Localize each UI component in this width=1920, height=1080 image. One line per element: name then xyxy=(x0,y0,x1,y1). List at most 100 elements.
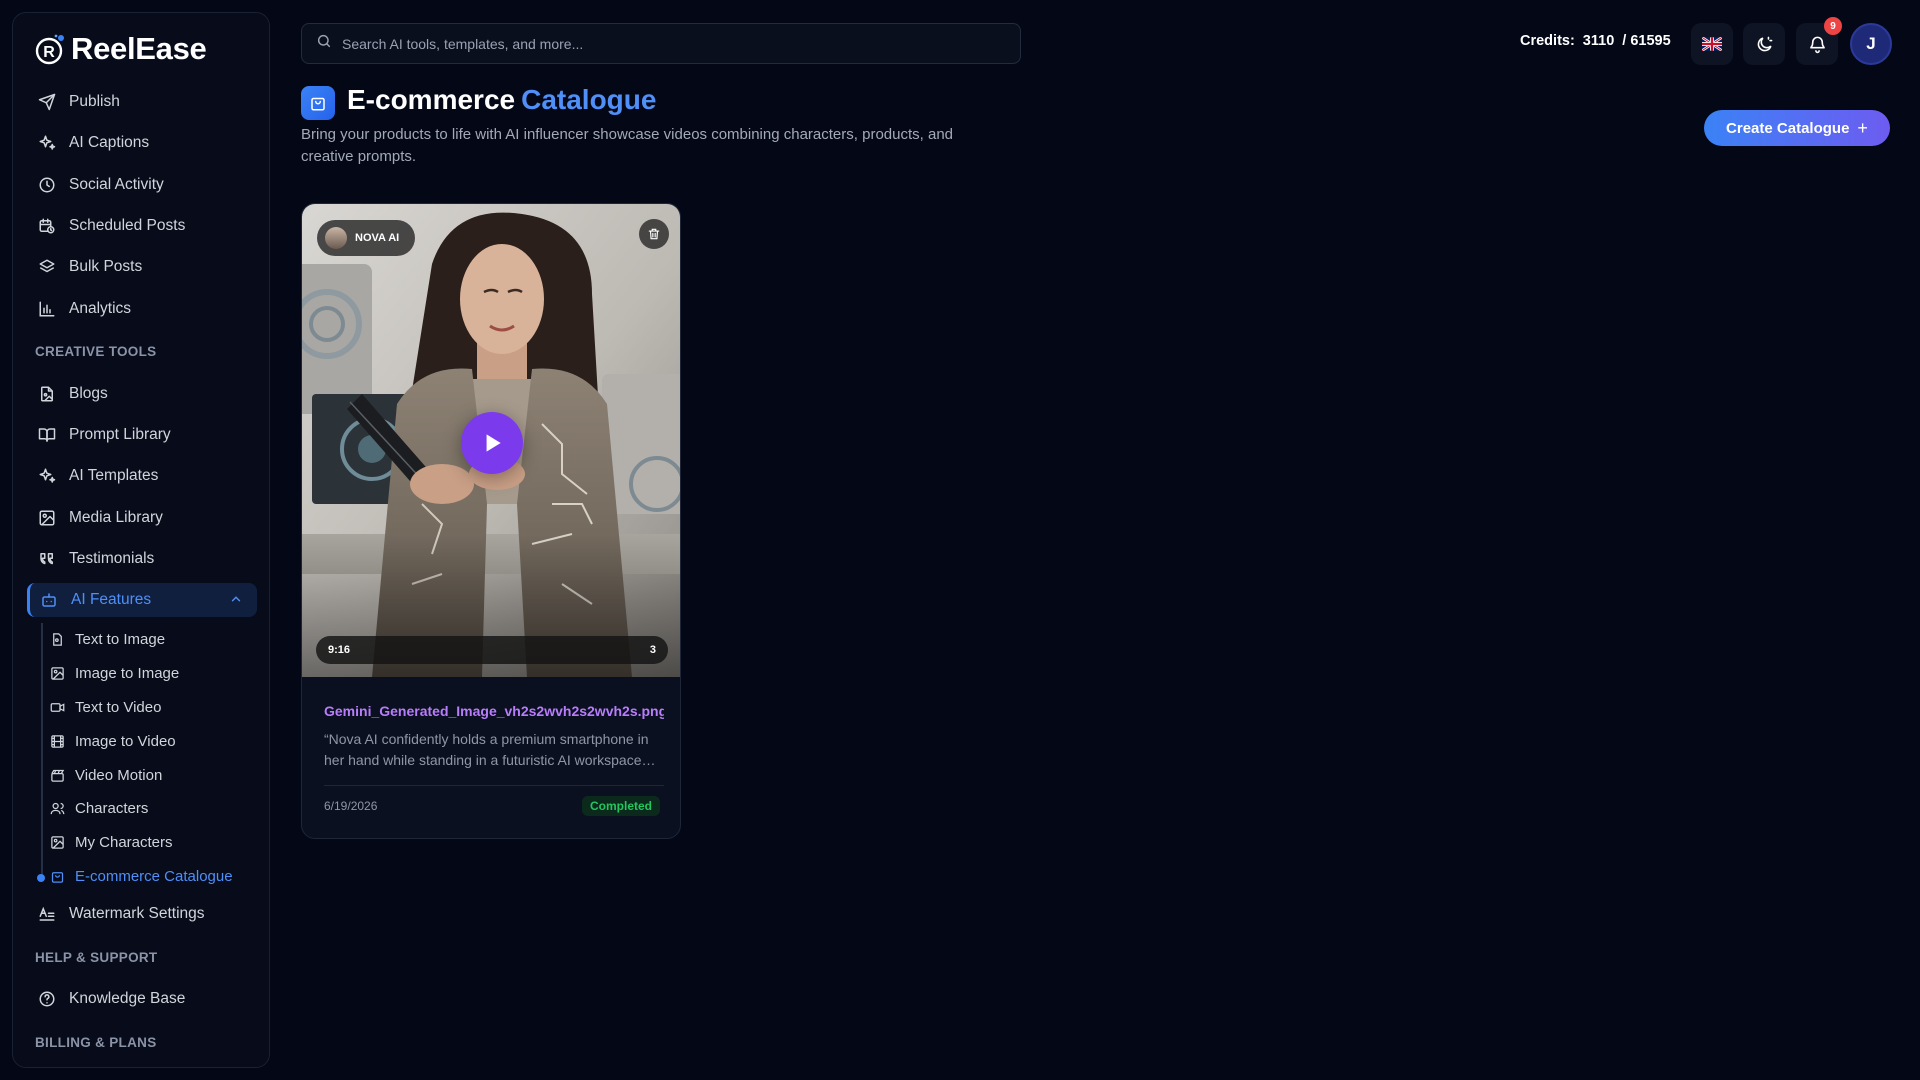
create-catalogue-label: Create Catalogue xyxy=(1726,119,1850,137)
sidebar: R ReelEase Publish AI Captions Social Ac… xyxy=(12,12,270,1068)
sidebar-item-publish[interactable]: Publish xyxy=(27,85,257,119)
sidebar-subitem-label: E-commerce Catalogue xyxy=(75,867,233,885)
sidebar-item-label: Publish xyxy=(69,93,120,110)
status-badge: Completed xyxy=(581,796,660,816)
sidebar-item-label: Bulk Posts xyxy=(69,258,143,275)
sidebar-item-prompt-library[interactable]: Prompt Library xyxy=(27,418,257,452)
sidebar-subitem-text-to-image[interactable]: Text to Image xyxy=(49,625,259,653)
submenu-active-dot xyxy=(37,874,45,882)
send-icon xyxy=(37,92,57,112)
sidebar-subitem-characters[interactable]: Characters xyxy=(49,794,259,822)
sidebar-item-blogs[interactable]: Blogs xyxy=(27,377,257,411)
character-chip[interactable]: NOVA AI xyxy=(317,220,416,256)
section-title-billing-plans: BILLING & PLANS xyxy=(35,1035,157,1050)
logo-icon: R xyxy=(35,34,64,65)
search-bar[interactable] xyxy=(301,23,1021,64)
film-icon xyxy=(49,733,65,749)
sidebar-item-testimonials[interactable]: Testimonials xyxy=(27,542,257,576)
image-icon xyxy=(37,508,57,528)
theme-toggle-button[interactable] xyxy=(1743,23,1785,65)
search-input[interactable] xyxy=(342,35,982,52)
card-date: 6/19/2026 xyxy=(324,799,378,813)
sidebar-subitem-my-characters[interactable]: My Characters xyxy=(49,828,259,856)
app-name: ReelEase xyxy=(71,31,207,66)
uk-flag-icon xyxy=(1702,37,1722,51)
sidebar-item-label: Watermark Settings xyxy=(69,905,205,922)
sidebar-item-ai-features[interactable]: AI Features xyxy=(27,583,257,617)
video-icon xyxy=(49,699,65,715)
chevron-up-icon[interactable] xyxy=(229,592,243,611)
sidebar-item-label: Blogs xyxy=(69,385,108,402)
sidebar-item-social-activity[interactable]: Social Activity xyxy=(27,168,257,202)
sidebar-item-label: AI Captions xyxy=(69,134,150,151)
sidebar-item-knowledge-base[interactable]: Knowledge Base xyxy=(27,982,257,1016)
sidebar-subitem-label: My Characters xyxy=(75,833,173,851)
image-icon xyxy=(49,665,65,681)
delete-button[interactable] xyxy=(639,219,669,249)
play-icon xyxy=(486,434,501,452)
card-footer: 6/19/2026 Completed xyxy=(324,796,660,816)
sidebar-item-label: AI Templates xyxy=(69,467,159,484)
card-description: “Nova AI confidently holds a premium sma… xyxy=(324,731,656,768)
sidebar-item-ai-templates[interactable]: AI Templates xyxy=(27,459,257,493)
sidebar-subitem-image-to-image[interactable]: Image to Image xyxy=(49,659,259,687)
trash-icon xyxy=(648,228,660,240)
credits-value: 3110 / 61595 xyxy=(1582,33,1671,49)
card-body: Gemini_Generated_Image_vh2s2wvh2s2wvh2s.… xyxy=(324,703,664,786)
sidebar-subitem-image-to-video[interactable]: Image to Video xyxy=(49,727,259,755)
card-thumbnail[interactable]: NOVA AI 9:16 3 xyxy=(302,204,680,677)
sidebar-subitem-video-motion[interactable]: Video Motion xyxy=(49,761,259,789)
sidebar-subitem-text-to-video[interactable]: Text to Video xyxy=(49,693,259,721)
page-description: Bring your products to life with AI infl… xyxy=(301,126,954,165)
create-catalogue-button[interactable]: Create Catalogue + xyxy=(1704,110,1890,146)
sidebar-subitem-label: Image to Video xyxy=(75,732,176,750)
aspect-ratio: 9:16 xyxy=(328,644,351,656)
page-title: E-commerce Catalogue xyxy=(347,84,656,116)
language-button[interactable] xyxy=(1691,23,1733,65)
submenu-line xyxy=(41,623,43,876)
search-icon xyxy=(316,33,332,54)
sidebar-item-plans-partial[interactable] xyxy=(27,1065,257,1067)
play-button[interactable] xyxy=(461,412,523,474)
sidebar-item-media-library[interactable]: Media Library xyxy=(27,501,257,535)
shopping-bag-icon xyxy=(49,868,65,884)
page-title-accent: Catalogue xyxy=(521,84,657,115)
character-avatar xyxy=(325,227,347,249)
sidebar-item-watermark-settings[interactable]: Watermark Settings xyxy=(27,897,257,931)
sidebar-item-ai-captions[interactable]: AI Captions xyxy=(27,126,257,160)
users-icon xyxy=(49,800,65,816)
sidebar-subitem-ecommerce-catalogue[interactable]: E-commerce Catalogue xyxy=(49,862,259,890)
sidebar-item-label: Knowledge Base xyxy=(69,990,186,1007)
sidebar-subitem-label: Characters xyxy=(75,799,149,817)
sidebar-item-bulk-posts[interactable]: Bulk Posts xyxy=(27,250,257,284)
shopping-bag-icon xyxy=(311,97,325,111)
text-format-icon xyxy=(37,904,57,924)
catalogue-card[interactable]: NOVA AI 9:16 3 Gemini_Generated_Image_vh… xyxy=(301,203,681,839)
catalogue-header-icon xyxy=(301,86,335,120)
sparkles-icon xyxy=(37,466,57,486)
sidebar-item-label: Scheduled Posts xyxy=(69,217,186,234)
plus-icon: + xyxy=(1857,117,1868,138)
section-title-help-support: HELP & SUPPORT xyxy=(35,950,158,965)
bell-icon xyxy=(1809,36,1825,53)
help-circle-icon xyxy=(37,989,57,1009)
sidebar-item-label: Testimonials xyxy=(69,550,155,567)
file-image-icon xyxy=(49,631,65,647)
sidebar-subitem-label: Video Motion xyxy=(75,766,163,784)
section-title-creative-tools: CREATIVE TOOLS xyxy=(35,344,157,359)
card-filename[interactable]: Gemini_Generated_Image_vh2s2wvh2s2wvh2s.… xyxy=(324,703,664,719)
svg-text:R: R xyxy=(43,44,55,61)
clapperboard-icon xyxy=(49,767,65,783)
moon-sun-icon xyxy=(1757,36,1772,51)
image-icon xyxy=(49,834,65,850)
sidebar-subitem-label: Text to Video xyxy=(75,698,162,716)
page-title-main: E-commerce xyxy=(347,84,516,115)
sidebar-item-label: Social Activity xyxy=(69,176,164,193)
app-logo[interactable]: R ReelEase xyxy=(35,29,207,69)
sidebar-subitem-label: Text to Image xyxy=(75,630,166,648)
notifications-button[interactable]: 9 xyxy=(1796,17,1842,65)
credits-display: Credits: 3110 / 61595 xyxy=(1520,33,1671,49)
sidebar-item-analytics[interactable]: Analytics xyxy=(27,292,257,326)
user-avatar[interactable]: J xyxy=(1850,23,1892,65)
sidebar-item-scheduled-posts[interactable]: Scheduled Posts xyxy=(27,209,257,243)
